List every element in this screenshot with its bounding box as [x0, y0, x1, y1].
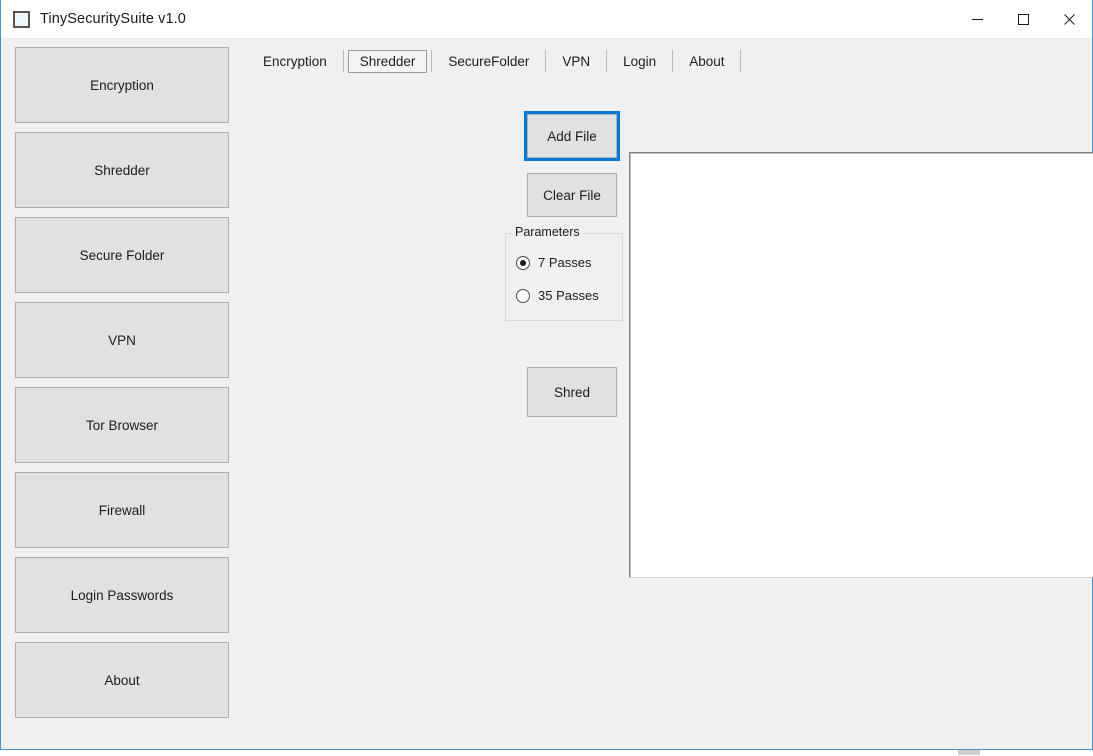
sidebar-item-about[interactable]: About: [15, 642, 229, 718]
title-bar: TinySecuritySuite v1.0: [1, 0, 1092, 39]
main-panel: Encryption Shredder SecureFolder VPN Log…: [237, 39, 1093, 749]
tab-shredder[interactable]: Shredder: [347, 49, 428, 73]
window-title: TinySecuritySuite v1.0: [40, 11, 186, 27]
sidebar-item-label: About: [104, 672, 140, 688]
minimize-icon: [971, 19, 983, 20]
maximize-button[interactable]: [1000, 0, 1046, 39]
sidebar-item-firewall[interactable]: Firewall: [15, 472, 229, 548]
resize-grip[interactable]: [958, 750, 980, 755]
radio-icon-selected: [516, 255, 530, 270]
tab-about[interactable]: About: [677, 50, 736, 73]
app-square-icon: [13, 10, 30, 28]
tab-separator: [606, 50, 608, 72]
sidebar-item-tor-browser[interactable]: Tor Browser: [15, 387, 229, 463]
radio-option-7-passes[interactable]: 7 Passes: [506, 246, 622, 279]
minimize-button[interactable]: [954, 0, 1000, 39]
parameters-group: Parameters 7 Passes 35 Passes: [505, 225, 623, 321]
radio-label: 35 Passes: [538, 288, 599, 303]
window-controls: [954, 0, 1092, 39]
file-list-box[interactable]: [629, 152, 1093, 578]
parameters-legend: Parameters: [512, 225, 583, 239]
shred-label: Shred: [553, 384, 591, 400]
tab-label: Login: [623, 53, 657, 69]
tab-label: Shredder: [359, 53, 416, 69]
radio-label: 7 Passes: [538, 255, 592, 270]
sidebar-item-label: Shredder: [94, 162, 150, 178]
add-file-label: Add File: [547, 128, 597, 144]
tab-securefolder[interactable]: SecureFolder: [436, 50, 541, 73]
application-window: TinySecuritySuite v1.0 Encryption Shredd…: [0, 0, 1093, 750]
sidebar-item-vpn[interactable]: VPN: [15, 302, 229, 378]
tab-login[interactable]: Login: [611, 50, 668, 73]
sidebar-item-secure-folder[interactable]: Secure Folder: [15, 217, 229, 293]
sidebar-item-label: Encryption: [90, 77, 154, 93]
sidebar-item-label: VPN: [108, 332, 136, 348]
radio-icon-unselected: [516, 288, 530, 303]
shredder-controls: Add File Clear File Parameters 7 Passes …: [505, 111, 639, 417]
tab-separator: [545, 50, 547, 72]
sidebar-item-label: Login Passwords: [70, 587, 174, 603]
sidebar-item-shredder[interactable]: Shredder: [15, 132, 229, 208]
tab-separator: [672, 50, 674, 72]
clear-file-label: Clear File: [543, 187, 601, 203]
tab-label: SecureFolder: [448, 53, 530, 69]
window-bottom-strip: [0, 750, 1093, 756]
tab-separator: [431, 50, 433, 72]
add-file-button[interactable]: Add File: [527, 114, 617, 158]
tab-bar: Encryption Shredder SecureFolder VPN Log…: [251, 39, 1092, 77]
tab-separator: [740, 50, 742, 72]
close-button[interactable]: [1046, 0, 1092, 39]
clear-file-button[interactable]: Clear File: [527, 173, 617, 217]
sidebar-item-label: Firewall: [98, 502, 146, 518]
close-icon: [1063, 14, 1075, 25]
sidebar-item-login-passwords[interactable]: Login Passwords: [15, 557, 229, 633]
add-file-focus-ring: Add File: [524, 111, 620, 161]
shred-button[interactable]: Shred: [527, 367, 617, 417]
sidebar: Encryption Shredder Secure Folder VPN To…: [1, 39, 237, 749]
title-bar-left: TinySecuritySuite v1.0: [1, 10, 186, 28]
sidebar-item-encryption[interactable]: Encryption: [15, 47, 229, 123]
tab-label: Encryption: [263, 53, 327, 69]
tab-separator: [342, 50, 344, 72]
radio-option-35-passes[interactable]: 35 Passes: [506, 279, 622, 312]
window-body: Encryption Shredder Secure Folder VPN To…: [1, 39, 1093, 749]
sidebar-item-label: Tor Browser: [85, 417, 158, 433]
tab-encryption[interactable]: Encryption: [251, 50, 339, 73]
sidebar-item-label: Secure Folder: [79, 247, 165, 263]
maximize-icon: [1017, 14, 1029, 25]
tab-label: About: [689, 53, 725, 69]
tab-vpn[interactable]: VPN: [550, 50, 602, 73]
tab-label: VPN: [562, 53, 591, 69]
